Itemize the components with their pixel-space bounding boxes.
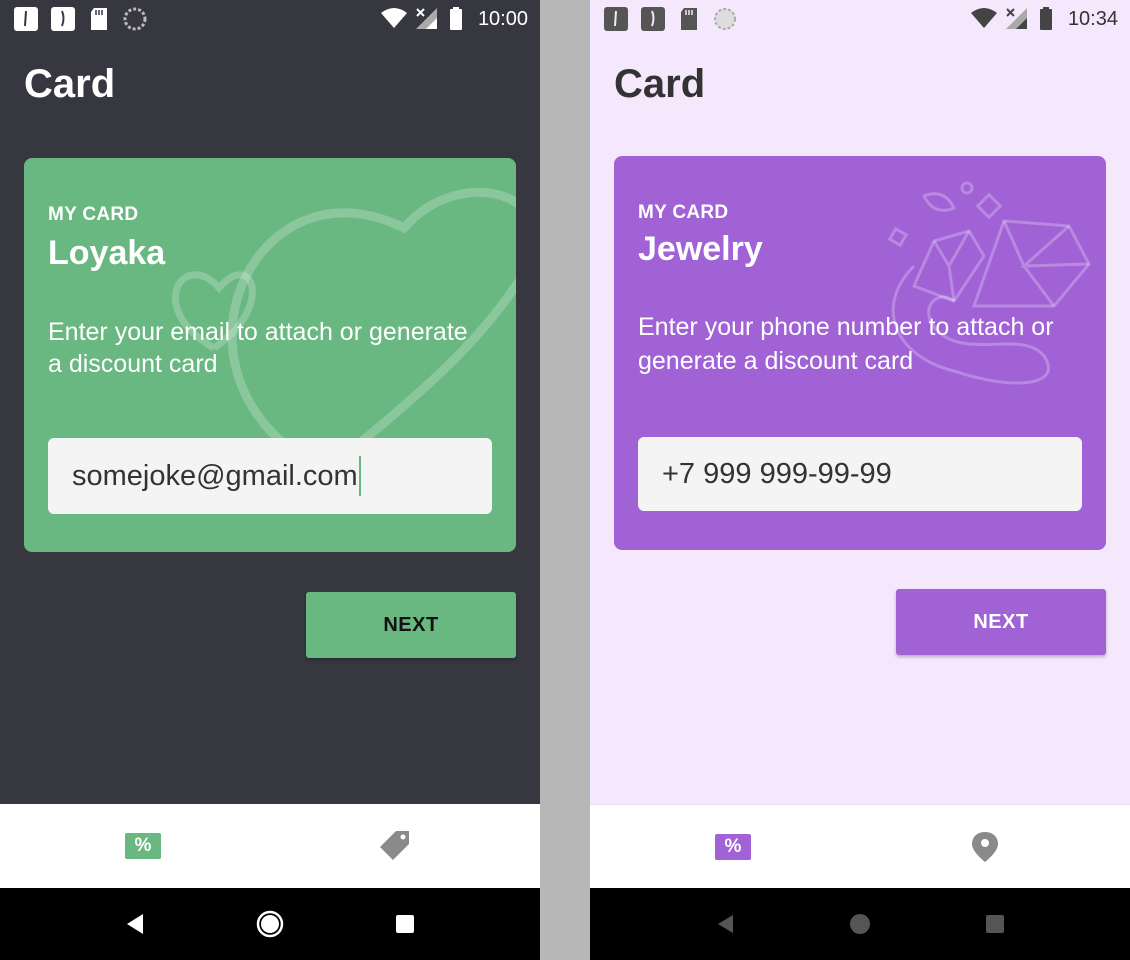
next-button[interactable]: NEXT xyxy=(896,589,1106,655)
home-button[interactable] xyxy=(830,888,890,960)
card-kicker: MY CARD xyxy=(638,202,729,223)
home-button[interactable] xyxy=(240,888,300,960)
card-description: Enter your phone number to attach or gen… xyxy=(638,313,1054,375)
bottom-navigation: % xyxy=(0,804,540,888)
recents-button[interactable] xyxy=(375,888,435,960)
system-navigation xyxy=(590,888,1130,960)
card-kicker: MY CARD xyxy=(48,204,139,225)
notification-icon xyxy=(641,7,665,31)
loyalty-card: MY CARD Loyaka Enter your email to attac… xyxy=(24,158,516,552)
email-field[interactable]: somejoke@gmail.com xyxy=(48,438,492,514)
phone-field[interactable]: +7 999 999-99-99 xyxy=(638,437,1082,511)
next-button[interactable]: NEXT xyxy=(306,592,516,658)
system-navigation xyxy=(0,888,540,960)
tab-discounts[interactable]: % xyxy=(598,805,868,889)
tab-offers[interactable] xyxy=(260,804,530,888)
status-time: 10:00 xyxy=(477,8,528,30)
loyalty-card: MY CARD Jewelry Enter your phone number … xyxy=(614,156,1106,550)
card-name: Loyaka xyxy=(48,234,166,272)
back-icon xyxy=(718,915,733,933)
status-bar: 10:00 xyxy=(0,0,540,36)
recents-icon xyxy=(986,915,1004,933)
text-caret xyxy=(358,456,361,496)
tab-locations[interactable] xyxy=(850,805,1120,889)
no-signal-icon xyxy=(416,8,437,29)
page-title: Card xyxy=(24,62,116,106)
sync-icon xyxy=(123,7,147,31)
back-button[interactable] xyxy=(695,888,755,960)
card-name: Jewelry xyxy=(638,230,763,268)
phone-value: +7 999 999-99-99 xyxy=(662,457,892,490)
page-title: Card xyxy=(614,62,706,106)
battery-icon xyxy=(1040,7,1052,30)
email-value: somejoke@gmail.com xyxy=(72,459,358,492)
sd-card-icon xyxy=(91,8,107,30)
status-time: 10:34 xyxy=(1067,8,1118,30)
map-pin-icon xyxy=(972,832,998,862)
recents-icon xyxy=(396,915,414,933)
back-button[interactable] xyxy=(105,888,165,960)
notification-icon xyxy=(51,7,75,31)
status-bar: 10:34 xyxy=(590,0,1130,36)
home-icon xyxy=(256,910,284,938)
bottom-navigation: % xyxy=(590,804,1130,888)
no-signal-icon xyxy=(1006,8,1027,29)
tab-discounts[interactable]: % xyxy=(8,804,278,888)
sd-card-icon xyxy=(681,8,697,30)
left-screen: 10:00 Card MY CARD Loyaka Enter your ema… xyxy=(0,0,540,960)
recents-button[interactable] xyxy=(965,888,1025,960)
card-description: Enter your email to attach or generate a… xyxy=(48,318,468,378)
tag-icon xyxy=(380,831,409,860)
divider xyxy=(540,0,590,960)
notification-icon xyxy=(604,7,628,31)
wifi-icon xyxy=(971,8,997,28)
sync-icon xyxy=(714,8,736,30)
right-screen: 10:34 Card MY CARD Jewelry Enter your ph… xyxy=(590,0,1130,960)
home-icon xyxy=(850,914,870,934)
notification-icon xyxy=(14,7,38,31)
wifi-icon xyxy=(381,8,407,28)
percent-icon: % xyxy=(125,833,161,859)
battery-icon xyxy=(450,7,462,30)
back-icon xyxy=(127,914,143,934)
percent-icon: % xyxy=(715,834,751,860)
